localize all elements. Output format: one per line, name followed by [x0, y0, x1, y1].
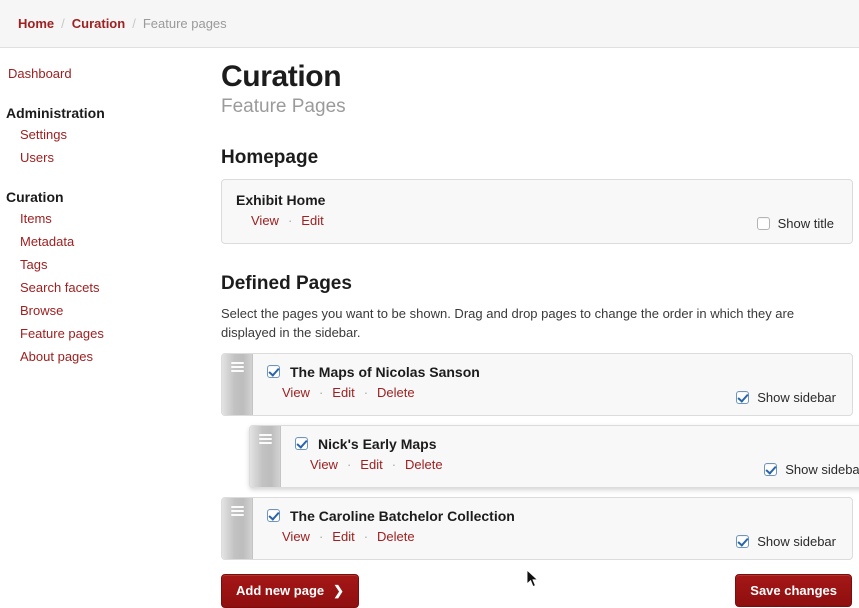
sidebar-item-search-facets[interactable]: Search facets: [0, 276, 215, 299]
sidebar-item-browse[interactable]: Browse: [0, 299, 215, 322]
row-action-links: View · Edit · Delete: [267, 529, 736, 544]
sidebar-item-feature-pages[interactable]: Feature pages: [0, 322, 215, 345]
link-separator: ·: [363, 384, 369, 400]
page-enabled-checkbox[interactable]: [295, 437, 308, 451]
show-title-label: Show title: [777, 216, 834, 231]
row-title-line: The Maps of Nicolas Sanson: [267, 364, 736, 380]
page-layout: Dashboard Administration Settings Users Cur…: [0, 48, 859, 608]
page-row-1-edit-link[interactable]: Edit: [360, 457, 382, 472]
sidebar-item-metadata[interactable]: Metadata: [0, 230, 215, 253]
row-left: The Caroline Batchelor Collection View · Ed…: [267, 508, 736, 544]
sidebar: Dashboard Administration Settings Users Cur…: [0, 48, 215, 368]
drag-handle-icon[interactable]: [250, 425, 281, 487]
breadcrumb-item-feature-pages: Feature pages: [142, 16, 227, 31]
sidebar-item-about-pages[interactable]: About pages: [0, 345, 215, 368]
page-row-2-delete-link[interactable]: Delete: [377, 529, 415, 544]
main-content: Curation Feature Pages Homepage Exhibit …: [215, 48, 859, 608]
show-sidebar-checkbox[interactable]: [764, 462, 778, 476]
row-body: Nick's Early Maps View · Edit · Delete Show si…: [281, 426, 859, 487]
homepage-view-link[interactable]: View: [251, 213, 279, 228]
show-sidebar-checkbox[interactable]: [736, 390, 750, 404]
breadcrumb: Home / Curation / Feature pages: [0, 0, 859, 48]
row-body: The Caroline Batchelor Collection View · Ed…: [253, 498, 852, 559]
row-show-sidebar-control: Show sidebar: [764, 436, 859, 477]
breadcrumb-separator: /: [61, 16, 65, 31]
row-action-links: View · Edit · Delete: [267, 385, 736, 400]
grip-lines-icon: [230, 361, 244, 374]
page-row-2-edit-link[interactable]: Edit: [332, 529, 354, 544]
save-changes-button[interactable]: Save changes: [735, 574, 852, 608]
show-sidebar-checkbox-wrap[interactable]: Show sidebar: [764, 462, 859, 477]
breadcrumb-separator: /: [132, 16, 136, 31]
page-row-0-edit-link[interactable]: Edit: [332, 385, 354, 400]
table-row[interactable]: Nick's Early Maps View · Edit · Delete Show si…: [249, 424, 859, 488]
sidebar-item-dashboard[interactable]: Dashboard: [0, 62, 215, 85]
row-title-line: Nick's Early Maps: [295, 436, 764, 452]
homepage-action-links: View · Edit: [236, 213, 757, 228]
link-separator: ·: [346, 456, 352, 472]
page-row-1-delete-link[interactable]: Delete: [405, 457, 443, 472]
homepage-panel: Exhibit Home View · Edit Show title: [221, 179, 853, 244]
add-new-page-label: Add new page: [236, 583, 325, 599]
table-row[interactable]: The Maps of Nicolas Sanson View · Edit · Dele…: [221, 352, 853, 416]
link-separator: ·: [287, 213, 293, 228]
row-action-links: View · Edit · Delete: [295, 457, 764, 472]
show-sidebar-label: Show sidebar: [757, 389, 836, 405]
row-show-sidebar-control: Show sidebar: [736, 364, 838, 405]
breadcrumb-item-curation[interactable]: Curation: [72, 16, 125, 31]
sidebar-group-title-curation: Curation: [6, 189, 64, 205]
row-title-line: The Caroline Batchelor Collection: [267, 508, 736, 524]
show-sidebar-label: Show sidebar: [757, 533, 836, 549]
page-row-2-view-link[interactable]: View: [282, 529, 310, 544]
add-new-page-button[interactable]: Add new page ❯: [221, 573, 360, 608]
row-left: Nick's Early Maps View · Edit · Delete: [295, 436, 764, 472]
sidebar-groups: Administration Settings Users Curation Items…: [0, 105, 215, 368]
link-separator: ·: [363, 528, 369, 544]
page-enabled-checkbox[interactable]: [267, 365, 280, 379]
page-subtitle: Feature Pages: [221, 96, 346, 117]
sidebar-item-items[interactable]: Items: [0, 207, 215, 230]
sidebar-item-users[interactable]: Users: [0, 146, 215, 169]
link-separator: ·: [318, 528, 324, 544]
chevron-right-icon: ❯: [333, 582, 345, 598]
show-sidebar-checkbox-wrap[interactable]: Show sidebar: [736, 534, 836, 549]
show-sidebar-label: Show sidebar: [785, 461, 859, 477]
save-changes-label: Save changes: [750, 583, 837, 599]
grip-lines-icon: [230, 505, 244, 518]
sidebar-item-settings[interactable]: Settings: [0, 123, 215, 146]
link-separator: ·: [391, 456, 397, 472]
page-row-0-view-link[interactable]: View: [282, 385, 310, 400]
page-row-1-view-link[interactable]: View: [310, 457, 338, 472]
breadcrumb-item-home[interactable]: Home: [18, 16, 54, 31]
page-title: Curation: [221, 60, 342, 93]
page-title-label: The Caroline Batchelor Collection: [290, 507, 515, 524]
homepage-panel-body: Exhibit Home View · Edit: [236, 190, 757, 228]
sidebar-group-title-administration: Administration: [6, 105, 105, 121]
defined-pages-description: Select the pages you want to be shown. D…: [221, 306, 795, 340]
page-title-label: Nick's Early Maps: [318, 435, 437, 452]
link-separator: ·: [318, 384, 324, 400]
show-title-checkbox[interactable]: [756, 217, 770, 230]
show-title-checkbox-wrap[interactable]: Show title: [756, 216, 834, 231]
sidebar-item-tags[interactable]: Tags: [0, 253, 215, 276]
table-row[interactable]: The Caroline Batchelor Collection View · Ed…: [221, 496, 853, 560]
homepage-show-title-control: Show title: [756, 190, 838, 231]
action-button-bar: Add new page ❯ Save changes: [221, 573, 853, 608]
homepage-edit-link[interactable]: Edit: [301, 213, 323, 228]
defined-pages-heading: Defined Pages: [221, 273, 352, 294]
drag-handle-icon[interactable]: [222, 353, 253, 415]
homepage-item-title: Exhibit Home: [236, 192, 326, 208]
row-left: The Maps of Nicolas Sanson View · Edit · Dele…: [267, 364, 736, 400]
page-row-0-delete-link[interactable]: Delete: [377, 385, 415, 400]
page-title-label: The Maps of Nicolas Sanson: [290, 363, 480, 380]
page-enabled-checkbox[interactable]: [267, 509, 280, 523]
homepage-section-heading: Homepage: [221, 147, 319, 168]
grip-lines-icon: [258, 433, 272, 446]
row-body: The Maps of Nicolas Sanson View · Edit · Dele…: [253, 354, 852, 415]
show-sidebar-checkbox[interactable]: [736, 534, 750, 548]
defined-pages-list: The Maps of Nicolas Sanson View · Edit · Dele…: [221, 352, 859, 560]
drag-handle-icon[interactable]: [222, 497, 253, 559]
show-sidebar-checkbox-wrap[interactable]: Show sidebar: [736, 390, 836, 405]
row-show-sidebar-control: Show sidebar: [736, 508, 838, 549]
